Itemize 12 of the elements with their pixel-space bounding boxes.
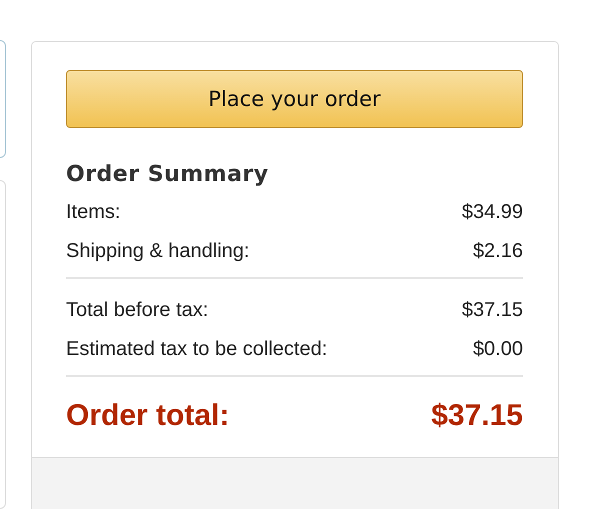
- summary-label: Items:: [66, 200, 120, 225]
- order-total-label: Order total:: [66, 399, 230, 433]
- summary-label: Total before tax:: [66, 298, 208, 323]
- summary-amount: $2.16: [472, 239, 523, 264]
- summary-amount: $37.15: [462, 298, 523, 323]
- order-total-amount: $37.15: [431, 399, 523, 433]
- summary-amount: $0.00: [472, 337, 523, 362]
- summary-label: Shipping & handling:: [66, 239, 250, 264]
- place-order-button[interactable]: Place your order: [66, 70, 523, 128]
- summary-heading: Order Summary: [66, 162, 270, 187]
- summary-amount: $34.99: [462, 200, 523, 225]
- summary-label: Estimated tax to be collected:: [66, 337, 328, 362]
